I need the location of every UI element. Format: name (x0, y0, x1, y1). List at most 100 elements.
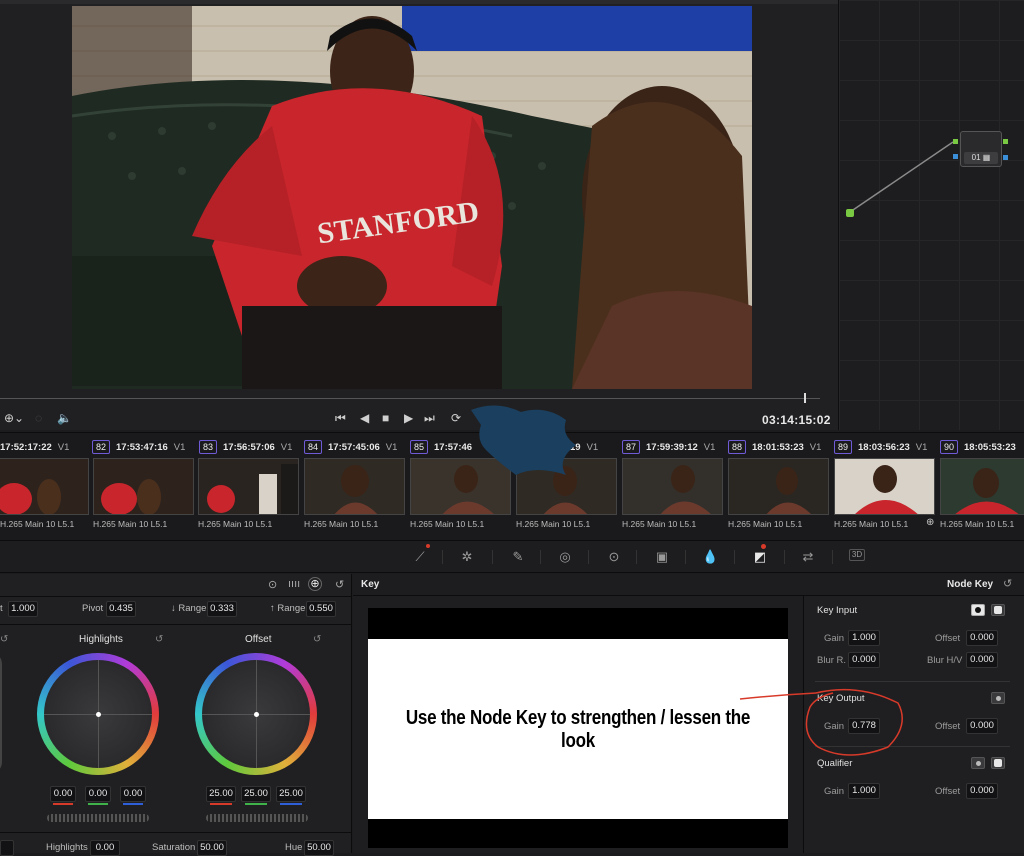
offset-green-value[interactable]: 25.00 (241, 786, 271, 802)
clip-number: 82 (92, 440, 111, 454)
clip-timecode: 17:52:17:22 (0, 441, 52, 453)
key-mode-selector[interactable]: Node Key (947, 579, 993, 590)
3d-icon[interactable]: 3D (849, 549, 865, 561)
shadows-wheel-edge (0, 652, 2, 774)
clip-number: 85 (410, 440, 429, 454)
go-to-end-icon[interactable]: ⏭ (424, 411, 435, 426)
viewer-timecode: 03:14:15:02 (762, 413, 831, 427)
pivot-value[interactable]: 0.435 (106, 601, 136, 617)
loop-icon[interactable]: ⟳ (451, 411, 461, 425)
key-input-gain-value[interactable]: 1.000 (848, 630, 880, 646)
blur-hv-value[interactable]: 0.000 (966, 652, 998, 668)
key-input-invert-button[interactable] (971, 604, 985, 616)
red-channel-indicator (53, 803, 73, 805)
blue-channel-indicator (280, 803, 302, 805)
node-key-input-icon[interactable] (953, 154, 958, 159)
blur-r-value[interactable]: 0.000 (848, 652, 880, 668)
highlights-master-wheel[interactable] (47, 814, 149, 822)
highlights-blue-value[interactable]: 0.00 (120, 786, 146, 802)
wheel-center-point[interactable] (95, 711, 101, 717)
saturation-value[interactable]: 50.00 (197, 840, 227, 856)
viewer-frame-image[interactable]: STANFORD (72, 6, 752, 389)
bars-mode-icon[interactable]: ıııı (288, 578, 300, 590)
play-icon[interactable]: ▶ (404, 411, 413, 425)
go-to-start-icon[interactable]: ⏮ (335, 411, 346, 426)
clip-thumbnail[interactable] (304, 458, 405, 515)
node-rgb-output-icon[interactable] (1003, 139, 1008, 144)
clip-codec: H.265 Main 10 L5.1 (622, 519, 697, 529)
contrast-value[interactable]: 1.000 (8, 601, 38, 617)
clip-codec: H.265 Main 10 L5.1 (834, 519, 909, 529)
key-icon[interactable]: ◩ (752, 549, 768, 565)
stop-icon[interactable]: ■ (382, 411, 389, 425)
clip-track: V1 (915, 441, 928, 453)
bottom-highlights-value[interactable]: 0.00 (90, 840, 120, 856)
node-01[interactable]: 01 ▦ (960, 131, 1002, 167)
clip-thumbnail[interactable] (622, 458, 723, 515)
key-input-mask-button[interactable] (991, 604, 1005, 616)
highlights-color-wheel[interactable] (37, 653, 159, 775)
clip-thumbnail[interactable] (198, 458, 299, 515)
key-output-mask-button[interactable] (991, 692, 1005, 704)
node-rgb-input-icon[interactable] (953, 139, 958, 144)
magic-mask-icon[interactable]: ▣ (654, 549, 670, 565)
highlights-green-value[interactable]: 0.00 (85, 786, 111, 802)
audio-icon[interactable]: 🔈 (57, 411, 72, 425)
curves-icon[interactable]: ⟋ (412, 549, 428, 565)
log-mode-icon[interactable]: ⊕ (308, 577, 322, 591)
qualifier-eyedropper-icon[interactable]: ✎ (510, 549, 526, 565)
node-key-output-icon[interactable] (1003, 155, 1008, 160)
reset-offset-icon[interactable]: ↺ (313, 634, 321, 645)
viewer-top-bar (0, 0, 838, 4)
curves-active-indicator (426, 544, 430, 548)
key-input-offset-label: Offset (935, 633, 961, 644)
window-icon[interactable]: ◎ (557, 549, 573, 565)
highlights-red-value[interactable]: 0.00 (50, 786, 76, 802)
sizing-icon[interactable]: ⇄ (800, 549, 816, 565)
toolbar-divider (636, 550, 637, 564)
key-input-offset-value[interactable]: 0.000 (966, 630, 998, 646)
clip-crosshair-icon: ⊕ (926, 517, 935, 528)
qualifier-mask-button[interactable] (991, 757, 1005, 769)
offset-master-wheel[interactable] (206, 814, 308, 822)
scrubber-track[interactable] (0, 398, 820, 399)
hue-value[interactable]: 50.00 (304, 840, 334, 856)
qualifier-gain-value[interactable]: 1.000 (848, 783, 880, 799)
wheel-center-point[interactable] (253, 711, 259, 717)
clip-thumbnail[interactable] (728, 458, 829, 515)
reset-wheels-icon[interactable]: ↺ (335, 578, 344, 591)
offset-color-wheel[interactable] (195, 653, 317, 775)
clip-thumbnail[interactable] (93, 458, 194, 515)
node-input-socket[interactable] (846, 209, 854, 217)
clip-thumbnail[interactable] (834, 458, 935, 515)
bottom-left-value-fragment[interactable] (0, 840, 14, 856)
key-output-offset-value[interactable]: 0.000 (966, 718, 998, 734)
pivot-label: Pivot (82, 603, 104, 614)
wheels-divider (0, 596, 352, 597)
play-reverse-icon[interactable]: ◀ (360, 411, 369, 425)
reset-key-icon[interactable]: ↺ (1003, 577, 1012, 590)
reset-highlights-icon[interactable]: ↺ (155, 634, 163, 645)
tracker-icon[interactable]: ⊙ (606, 549, 622, 565)
range-high-value[interactable]: 0.550 (306, 601, 336, 617)
blur-r-label: Blur R. (817, 655, 847, 666)
qualifier-invert-button[interactable] (971, 757, 985, 769)
clip-header: 85 17:57:46 (410, 439, 472, 455)
scrubber-playhead[interactable] (804, 393, 806, 403)
reset-shadows-icon[interactable]: ↺ (0, 634, 8, 645)
range-low-value[interactable]: 0.333 (207, 601, 237, 617)
green-channel-indicator (88, 803, 108, 805)
clip-thumbnail[interactable] (940, 458, 1024, 515)
wheels-mode-icon[interactable]: ⊙ (268, 578, 277, 591)
clip-header: 84 17:57:45:06 V1 (304, 439, 397, 455)
color-warper-icon[interactable]: ✲ (459, 549, 475, 565)
clip-thumbnail[interactable] (0, 458, 89, 515)
clip-header: 88 18:01:53:23 V1 (728, 439, 821, 455)
clip-header: 82 17:53:47:16 V1 (92, 439, 185, 455)
highlight-icon[interactable]: ◌ (35, 411, 42, 425)
offset-blue-value[interactable]: 25.00 (276, 786, 306, 802)
viewer-mode-icon[interactable]: ⊕⌄ (4, 411, 24, 425)
blur-icon[interactable]: 💧 (702, 549, 718, 565)
qualifier-offset-value[interactable]: 0.000 (966, 783, 998, 799)
offset-red-value[interactable]: 25.00 (206, 786, 236, 802)
